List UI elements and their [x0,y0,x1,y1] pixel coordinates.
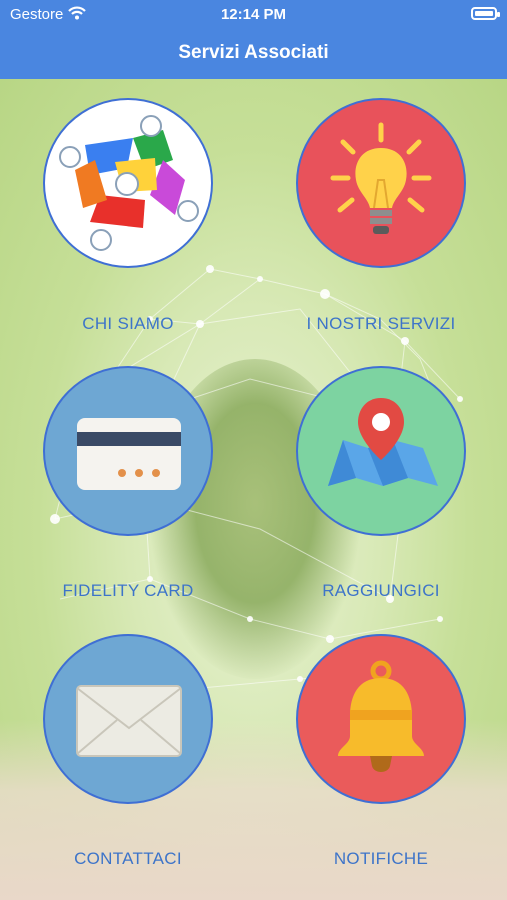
contattaci-button[interactable] [43,634,213,804]
raggiungici-label[interactable]: RAGGIUNGICI [281,581,481,601]
credit-card-icon [77,418,181,490]
notifiche-label[interactable]: NOTIFICHE [281,849,481,869]
contattaci-label[interactable]: CONTATTACI [28,849,228,869]
status-bar: Gestore 12:14 PM [0,0,507,28]
notifiche-button[interactable] [296,634,466,804]
colorful-logo-icon [59,115,199,251]
servizi-label[interactable]: I NOSTRI SERVIZI [281,314,481,334]
top-bar: Gestore 12:14 PM Servizi Associati [0,0,507,79]
map-pin-icon [328,398,438,486]
chi-siamo-label[interactable]: CHI SIAMO [28,314,228,334]
fidelity-card-label[interactable]: FIDELITY CARD [28,581,228,601]
page-title: Servizi Associati [178,42,329,63]
lightbulb-icon [330,122,432,234]
fidelity-card-button[interactable] [43,366,213,536]
envelope-icon [76,685,182,757]
bell-icon [338,660,424,772]
chi-siamo-button[interactable] [43,98,213,268]
raggiungici-button[interactable] [296,366,466,536]
status-time: 12:14 PM [220,6,287,23]
battery-icon [471,7,500,20]
servizi-button[interactable] [296,98,466,268]
